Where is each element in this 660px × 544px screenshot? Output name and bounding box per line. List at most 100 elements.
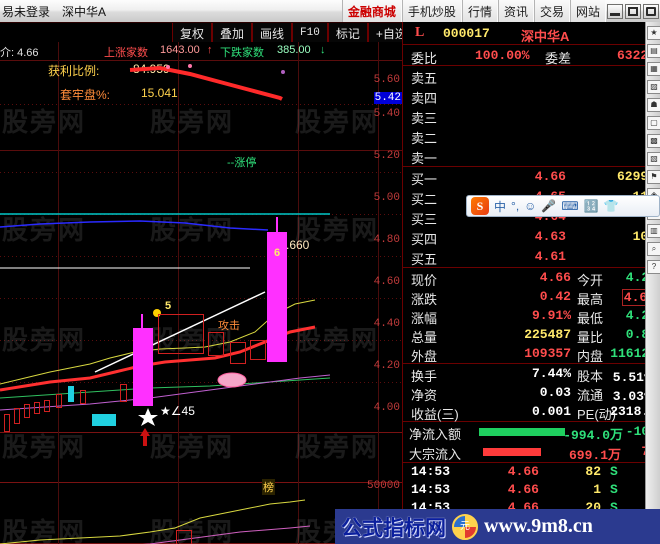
- titlebar-btn-mobile-trading[interactable]: 手机炒股: [401, 0, 462, 22]
- stock-name: 深中华A: [521, 29, 570, 44]
- level-row-sell4[interactable]: 卖四: [403, 86, 660, 106]
- level-row-sell3[interactable]: 卖三: [403, 106, 660, 126]
- window-stock-title: 深中华A: [62, 4, 107, 19]
- level-row-buy1[interactable]: 买一 4.66 62998: [403, 167, 660, 187]
- angle45-annotation: ★∠45: [160, 404, 195, 418]
- level-name: 卖三: [411, 111, 438, 126]
- candle: [250, 340, 266, 360]
- titlebar-btn-quotes[interactable]: 行情: [461, 0, 498, 22]
- up-arrow-stem: [143, 436, 147, 446]
- level-name: 买五: [411, 252, 438, 267]
- book-icon[interactable]: ▦: [647, 62, 660, 76]
- tick-row: 14:53 4.66 1 S 1: [403, 481, 660, 499]
- level-name: 卖二: [411, 131, 438, 146]
- candle: [14, 408, 20, 424]
- ime-voice-icon[interactable]: 🎤: [541, 199, 556, 213]
- tick-flag: S: [610, 482, 618, 497]
- titlebar-btn-news[interactable]: 资讯: [497, 0, 534, 22]
- right-vertical-toolbar[interactable]: ★ ▤ ▦ ▨ ☗ ▢ ▩ ▧ ⚑ ◈ ✿ ▥ ⌕ ?: [645, 22, 660, 544]
- menu-item-fuquan[interactable]: 复权: [172, 23, 213, 43]
- chip-peak-line: [129, 65, 283, 101]
- help-icon[interactable]: ?: [647, 260, 660, 274]
- detail-key: 收益(三): [411, 407, 459, 422]
- chip-dot: [281, 70, 285, 74]
- chart-icon[interactable]: ▨: [647, 80, 660, 94]
- candle-down-wide: [92, 414, 116, 426]
- kline-chart-pane[interactable]: 股旁网 股旁网 股旁网 股旁网 股旁网 股旁网 股旁网 股旁网 股旁网 股旁网 …: [0, 42, 402, 544]
- level-row-sell5[interactable]: 卖五: [403, 66, 660, 86]
- title-bar-left: 易未登录 深中华A: [0, 3, 106, 20]
- detail-row-eps: 收益(三) 0.001 PE(动) 2318.8: [403, 402, 660, 422]
- menu-item-f10[interactable]: F10: [292, 23, 328, 43]
- level-row-buy5[interactable]: 买五 4.61 6: [403, 247, 660, 267]
- level-name: 卖四: [411, 91, 438, 106]
- weibi-label: 委比: [411, 51, 438, 66]
- stock-terminal-window: 易未登录 深中华A 金融商城 手机炒股 行情 资讯 交易 网站 复权 叠加 画线…: [0, 0, 660, 544]
- axis-volume-tick: 50000: [366, 480, 400, 492]
- window-icon[interactable]: ▢: [647, 116, 660, 130]
- menu-item-drawline[interactable]: 画线: [252, 23, 293, 43]
- list-icon[interactable]: ▤: [647, 44, 660, 58]
- level-row-buy4[interactable]: 买四 4.63 102: [403, 227, 660, 247]
- detail-row-price: 现价 4.66 今开 4.22: [403, 268, 660, 288]
- axis-price-tick: 5.00: [373, 192, 400, 204]
- titlebar-btn-website[interactable]: 网站: [569, 0, 606, 22]
- tick-time: 14:53: [411, 482, 451, 497]
- chip-dot: [188, 64, 192, 68]
- minimize-button[interactable]: [607, 3, 623, 19]
- ime-tools-icon[interactable]: 🔢: [584, 199, 599, 213]
- titlebar-btn-finance-mall[interactable]: 金融商城: [341, 0, 402, 22]
- flag-icon[interactable]: ⚑: [647, 170, 660, 184]
- level-row-sell2[interactable]: 卖二: [403, 126, 660, 146]
- menu-item-overlay[interactable]: 叠加: [212, 23, 253, 43]
- marker-label-6: 6: [274, 247, 281, 259]
- level-price: 4.61: [534, 249, 566, 264]
- close-button[interactable]: [643, 3, 659, 19]
- detail-row-turnover: 换手 7.44% 股本 5.51亿: [403, 364, 660, 385]
- tick-time: 14:53: [411, 464, 451, 479]
- titlebar-btn-trade[interactable]: 交易: [533, 0, 570, 22]
- ime-keyboard-icon[interactable]: ⌨: [561, 199, 578, 213]
- sogou-ime-toolbar[interactable]: S 中 °, ☺ 🎤 ⌨ 🔢 👕: [466, 195, 660, 217]
- axis-price-tick: 4.60: [373, 276, 400, 288]
- vol-ma-purple: [142, 525, 311, 544]
- tick-flag: S: [610, 464, 618, 479]
- ime-emoji-icon[interactable]: ☺: [524, 199, 536, 213]
- tick-volume: 1: [593, 482, 601, 497]
- weibi-value: 100.00%: [475, 48, 530, 63]
- axis-price-tick: 4.00: [373, 402, 400, 414]
- ime-punctuation-icon[interactable]: °,: [511, 199, 519, 213]
- ime-language-icon[interactable]: 中: [494, 198, 506, 215]
- level-row-sell1[interactable]: 卖一: [403, 146, 660, 166]
- quote-header: L 000017 深中华A: [403, 22, 660, 45]
- market-flag-label: L: [415, 25, 425, 40]
- maximize-button[interactable]: [625, 3, 641, 19]
- note-icon[interactable]: ▧: [647, 152, 660, 166]
- detail-key2: 内盘: [577, 349, 604, 364]
- quote-panel: L 000017 深中华A 委比 100.00% 委差 63225 卖五 卖四 …: [402, 22, 660, 544]
- folder-icon[interactable]: ▥: [647, 224, 660, 238]
- axis-price-tick: 4.40: [373, 318, 400, 330]
- attack-annotation: 攻击: [218, 320, 240, 332]
- level-name: 买二: [411, 192, 438, 207]
- candle: [44, 400, 50, 412]
- banner-url: www.9m8.cn: [484, 515, 593, 537]
- volume-bar: [176, 530, 192, 544]
- ime-skin-icon[interactable]: 👕: [604, 199, 619, 213]
- level-name: 买四: [411, 232, 438, 247]
- weibi-row: 委比 100.00% 委差 63225: [403, 45, 660, 66]
- search-icon[interactable]: ⌕: [647, 242, 660, 256]
- candle: [56, 394, 62, 408]
- site-watermark-banner: 公式指标网 元 www.9m8.cn: [335, 509, 660, 544]
- grid-icon[interactable]: ▩: [647, 134, 660, 148]
- axis-price-tick: 5.40: [373, 108, 400, 120]
- sogou-logo-icon[interactable]: S: [471, 197, 489, 215]
- flow-amount: -994.0万: [563, 428, 623, 443]
- detail-row-change: 涨跌 0.42 最高 4.66: [403, 287, 660, 307]
- detail-value: 0.001: [531, 404, 571, 419]
- ellipse-marker: [217, 372, 247, 388]
- menu-item-mark[interactable]: 标记: [327, 23, 368, 43]
- person-icon[interactable]: ☗: [647, 98, 660, 112]
- axis-price-tick: 5.20: [373, 150, 400, 162]
- star-icon[interactable]: ★: [647, 26, 660, 40]
